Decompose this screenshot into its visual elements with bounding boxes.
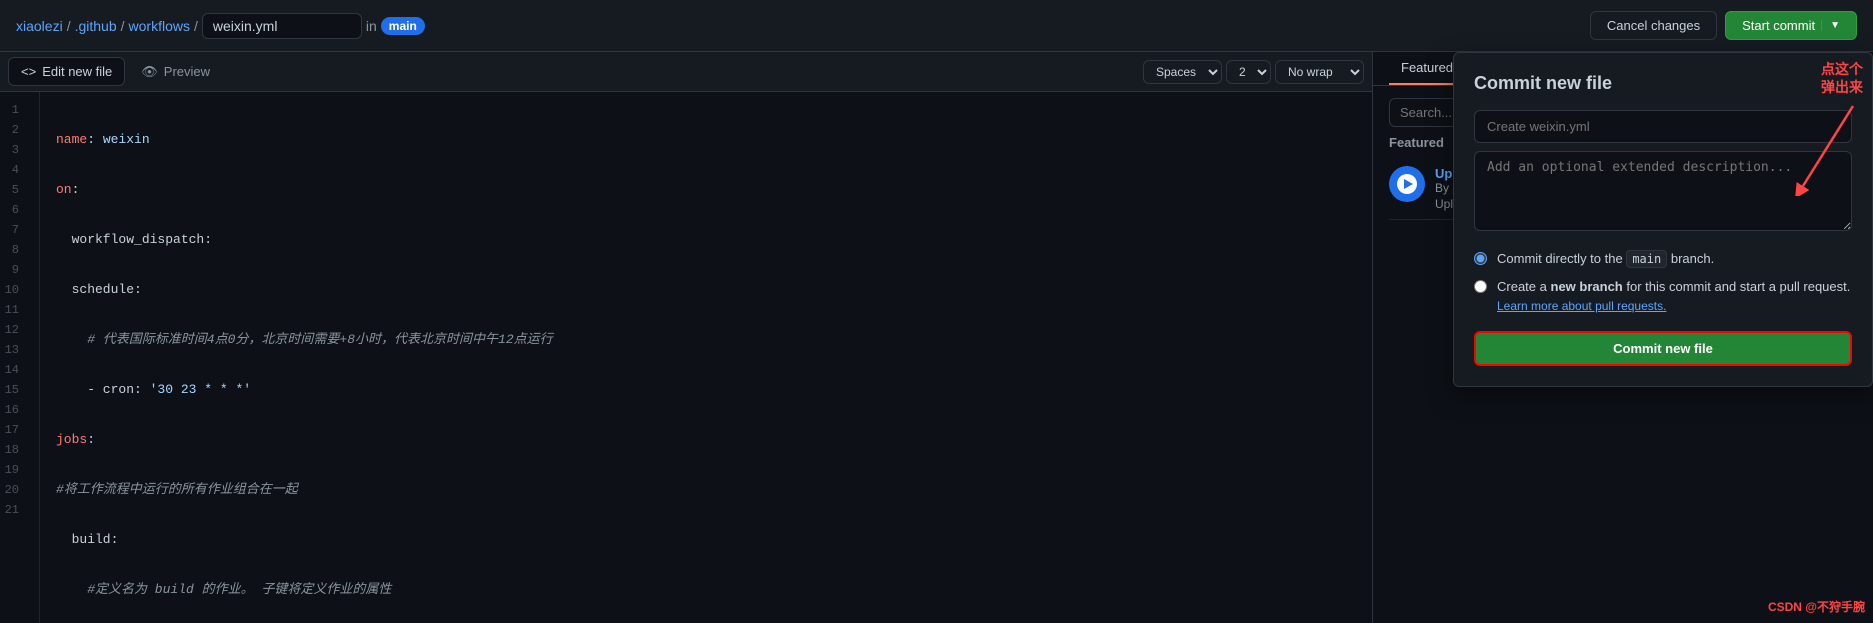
tab-preview[interactable]: 👁 Preview [129, 58, 222, 86]
editor-toolbar: <> Edit new file 👁 Preview Spaces Tabs 2… [0, 52, 1372, 92]
code-line-2: on: [56, 180, 1356, 200]
line-num-15: 15 [0, 380, 27, 400]
line-num-1: 1 [0, 100, 27, 120]
tab-edit[interactable]: <> Edit new file [8, 57, 125, 86]
line-num-4: 4 [0, 160, 27, 180]
line-num-19: 19 [0, 460, 27, 480]
code-line-9: build: [56, 530, 1356, 550]
line-num-14: 14 [0, 360, 27, 380]
file-name-input[interactable] [202, 13, 362, 39]
csdn-watermark: CSDN @不狩手腕 [1768, 598, 1865, 615]
top-bar-actions: Cancel changes Start commit ▼ [1590, 11, 1857, 40]
indent-select-wrap: Spaces Tabs 2 4 No wrap Soft wrap [1143, 60, 1364, 84]
learn-more-link: Learn more about pull requests. [1497, 298, 1850, 315]
new-branch-bold: new branch [1551, 279, 1623, 294]
edit-tab-label: Edit new file [42, 64, 112, 79]
branch-badge: main [381, 17, 425, 35]
editor-panel: <> Edit new file 👁 Preview Spaces Tabs 2… [0, 52, 1373, 623]
code-line-1: name: weixin [56, 130, 1356, 150]
start-commit-button[interactable]: Start commit ▼ [1725, 11, 1857, 40]
line-num-2: 2 [0, 120, 27, 140]
breadcrumb-repo[interactable]: .github [75, 18, 117, 34]
code-line-5: # 代表国际标准时间4点0分，北京时间需要+8小时，代表北京时间中午12点运行 [56, 330, 1356, 350]
breadcrumb-user[interactable]: xiaolezi [16, 18, 63, 34]
breadcrumb: xiaolezi / .github / workflows / in main [16, 13, 1582, 39]
wrap-select[interactable]: No wrap Soft wrap [1275, 60, 1364, 84]
line-num-20: 20 [0, 480, 27, 500]
code-line-4: schedule: [56, 280, 1356, 300]
commit-options: Commit directly to the main branch. Crea… [1474, 250, 1852, 315]
line-num-12: 12 [0, 320, 27, 340]
commit-branch-suffix: branch. [1671, 251, 1714, 266]
commit-option-new-branch: Create a new branch for this commit and … [1474, 278, 1852, 315]
commit-branch-code: main [1626, 250, 1667, 268]
code-editor[interactable]: 1 2 3 4 5 6 7 8 9 10 11 12 13 14 15 16 1… [0, 92, 1372, 623]
line-num-13: 13 [0, 340, 27, 360]
commit-option-direct-text: Commit directly to the main branch. [1497, 250, 1714, 268]
line-num-10: 10 [0, 280, 27, 300]
indent-size-select[interactable]: 2 4 [1226, 60, 1271, 84]
commit-option-direct: Commit directly to the main branch. [1474, 250, 1852, 268]
commit-description-textarea[interactable] [1474, 151, 1852, 231]
line-num-3: 3 [0, 140, 27, 160]
preview-tab-label: Preview [164, 64, 210, 79]
line-num-7: 7 [0, 220, 27, 240]
in-label: in [366, 18, 377, 34]
code-line-8: #将工作流程中运行的所有作业组合在一起 [56, 480, 1356, 500]
commit-panel-title: Commit new file [1474, 73, 1852, 94]
breadcrumb-folder[interactable]: workflows [129, 18, 190, 34]
edit-icon: <> [21, 64, 36, 79]
commit-message-input[interactable] [1474, 110, 1852, 143]
line-num-21: 21 [0, 500, 27, 520]
code-line-6: - cron: '30 23 * * *' [56, 380, 1356, 400]
code-line-7: jobs: [56, 430, 1356, 450]
line-num-17: 17 [0, 420, 27, 440]
line-num-8: 8 [0, 240, 27, 260]
commit-option-new-branch-radio[interactable] [1474, 280, 1487, 293]
line-num-5: 5 [0, 180, 27, 200]
line-num-16: 16 [0, 400, 27, 420]
line-num-9: 9 [0, 260, 27, 280]
code-content[interactable]: name: weixin on: workflow_dispatch: sche… [40, 92, 1372, 623]
create-new-branch-prefix: Create a [1497, 279, 1547, 294]
commit-new-file-button[interactable]: Commit new file [1474, 331, 1852, 366]
line-numbers: 1 2 3 4 5 6 7 8 9 10 11 12 13 14 15 16 1… [0, 92, 40, 623]
eye-icon: 👁 [141, 64, 158, 80]
commit-caret-icon: ▼ [1821, 20, 1840, 31]
line-num-11: 11 [0, 300, 27, 320]
code-line-3: workflow_dispatch: [56, 230, 1356, 250]
top-bar: xiaolezi / .github / workflows / in main… [0, 0, 1873, 52]
commit-option-direct-radio[interactable] [1474, 252, 1487, 265]
action-icon-inner [1397, 174, 1417, 194]
action-icon-upload [1389, 166, 1425, 202]
breadcrumb-sep2: / [121, 18, 125, 34]
breadcrumb-sep1: / [67, 18, 71, 34]
commit-panel: Commit new file Commit directly to the m… [1453, 52, 1873, 387]
indent-type-select[interactable]: Spaces Tabs [1143, 60, 1222, 84]
start-commit-label: Start commit [1742, 18, 1815, 33]
line-num-6: 6 [0, 200, 27, 220]
commit-option-new-branch-text: Create a new branch for this commit and … [1497, 278, 1850, 315]
code-line-10: #定义名为 build 的作业。 子键将定义作业的属性 [56, 580, 1356, 600]
cancel-changes-button[interactable]: Cancel changes [1590, 11, 1717, 40]
commit-directly-label: Commit directly to the [1497, 251, 1623, 266]
line-num-18: 18 [0, 440, 27, 460]
breadcrumb-sep3: / [194, 18, 198, 34]
new-branch-suffix: for this commit and start a pull request… [1626, 279, 1850, 294]
play-icon [1404, 179, 1413, 189]
pull-requests-link[interactable]: Learn more about pull requests. [1497, 299, 1666, 313]
